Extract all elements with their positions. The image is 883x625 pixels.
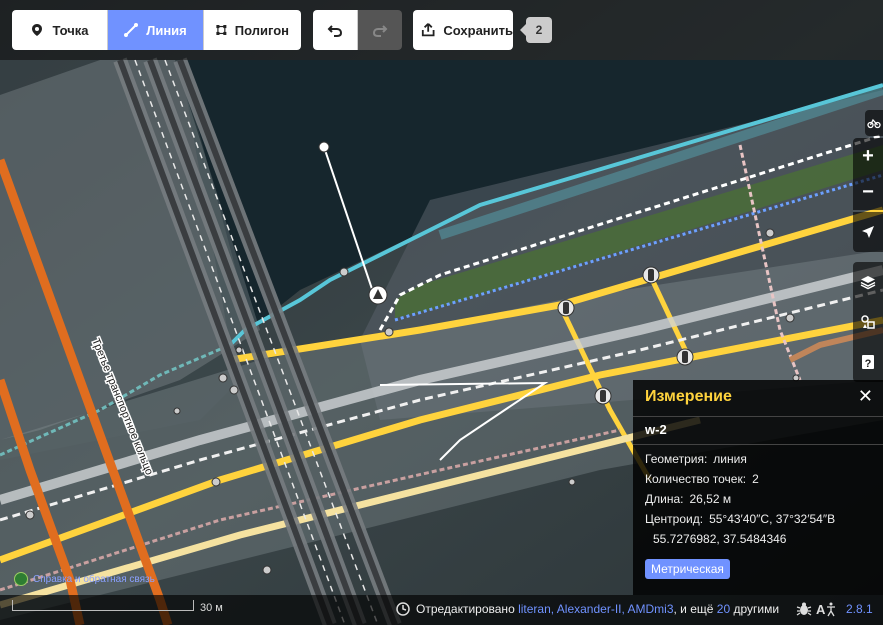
save-label: Сохранить bbox=[443, 22, 513, 38]
help-icon: ? bbox=[862, 355, 874, 370]
and-more-prefix: , и ещё bbox=[673, 602, 714, 616]
centroid-row: Центроид: 55°43′40″С, 37°32′54″В bbox=[645, 512, 835, 526]
map-data-layers-button[interactable] bbox=[853, 262, 883, 302]
add-area-button[interactable]: Полигон bbox=[204, 10, 301, 50]
minus-icon: − bbox=[862, 180, 874, 203]
upload-icon bbox=[421, 23, 435, 37]
add-point-button[interactable]: Точка bbox=[12, 10, 108, 50]
length-row: Длина: 26,52 м bbox=[645, 492, 731, 506]
issues-button[interactable] bbox=[853, 302, 883, 342]
version-link[interactable]: 2.8.1 bbox=[846, 602, 873, 616]
undo-icon bbox=[327, 25, 343, 37]
centroid-label: Центроид: bbox=[645, 512, 704, 526]
edit-attribution: Отредактировано literan, Alexander-II, A… bbox=[396, 602, 779, 616]
panel-divider-2 bbox=[633, 444, 883, 445]
layers-icon bbox=[860, 276, 876, 290]
centroid-dms: 55°43′40″С, 37°32′54″В bbox=[709, 512, 836, 526]
length-value: 26,52 м bbox=[689, 492, 732, 506]
feature-id: w-2 bbox=[645, 422, 667, 437]
bug-icon[interactable] bbox=[796, 601, 812, 617]
others-suffix: другими bbox=[733, 602, 780, 616]
help-button[interactable]: ? bbox=[853, 342, 883, 382]
add-point-label: Точка bbox=[52, 22, 89, 38]
close-icon[interactable]: ✕ bbox=[858, 386, 873, 407]
redo-button[interactable] bbox=[358, 10, 402, 50]
shapes-icon bbox=[861, 315, 875, 329]
locate-arrow-icon bbox=[862, 226, 874, 238]
add-line-label: Линия bbox=[146, 22, 187, 38]
history-group bbox=[313, 10, 402, 50]
points-value: 2 bbox=[752, 472, 759, 486]
accessibility-icon[interactable]: A bbox=[816, 601, 836, 617]
scale-bar[interactable] bbox=[12, 600, 194, 611]
add-area-label: Полигон bbox=[234, 22, 289, 38]
svg-text:A: A bbox=[816, 602, 826, 617]
globe-icon bbox=[14, 572, 28, 586]
clock-icon bbox=[396, 602, 410, 616]
bicycle-map-icon[interactable] bbox=[865, 110, 883, 136]
help-feedback-label: Справка и обратная связь bbox=[33, 573, 155, 585]
geolocate-button[interactable] bbox=[853, 212, 883, 252]
points-row: Количество точек: 2 bbox=[645, 472, 759, 486]
plus-icon: + bbox=[862, 144, 874, 167]
points-label: Количество точек: bbox=[645, 472, 747, 486]
panel-title: Измерение bbox=[645, 388, 732, 405]
panel-divider bbox=[633, 416, 883, 417]
length-label: Длина: bbox=[645, 492, 684, 506]
undo-button[interactable] bbox=[313, 10, 358, 50]
edited-prefix: Отредактировано bbox=[416, 602, 515, 616]
zoom-out-button[interactable]: − bbox=[853, 174, 883, 210]
save-button[interactable]: Сохранить bbox=[413, 10, 513, 50]
footer-bar: 30 м Отредактировано literan, Alexander-… bbox=[0, 595, 883, 625]
units-toggle-button[interactable]: Метрическая bbox=[645, 559, 730, 579]
measurement-panel: Измерение ✕ w-2 Геометрия: линия Количест… bbox=[633, 380, 883, 595]
geometry-row: Геометрия: линия bbox=[645, 452, 747, 466]
centroid-decimal: 55.7276982, 37.5484346 bbox=[653, 532, 787, 546]
add-line-button[interactable]: Линия bbox=[108, 10, 204, 50]
editor-links[interactable]: literan, Alexander-II, AMDmi3 bbox=[518, 602, 673, 616]
edit-count-badge: 2 bbox=[520, 17, 552, 43]
svg-text:?: ? bbox=[865, 358, 872, 370]
geometry-value: линия bbox=[713, 452, 747, 466]
more-editors-count[interactable]: 20 bbox=[717, 602, 730, 616]
draw-mode-group: Точка Линия Полигон bbox=[12, 10, 301, 50]
help-feedback-link[interactable]: Справка и обратная связь bbox=[14, 572, 155, 586]
point-icon bbox=[32, 24, 43, 36]
geometry-label: Геометрия: bbox=[645, 452, 708, 466]
scale-label: 30 м bbox=[200, 602, 223, 614]
line-icon bbox=[124, 23, 139, 37]
line-vertex[interactable] bbox=[318, 141, 330, 153]
redo-icon bbox=[372, 25, 388, 37]
polygon-icon bbox=[216, 25, 227, 35]
zoom-in-button[interactable]: + bbox=[853, 138, 883, 174]
